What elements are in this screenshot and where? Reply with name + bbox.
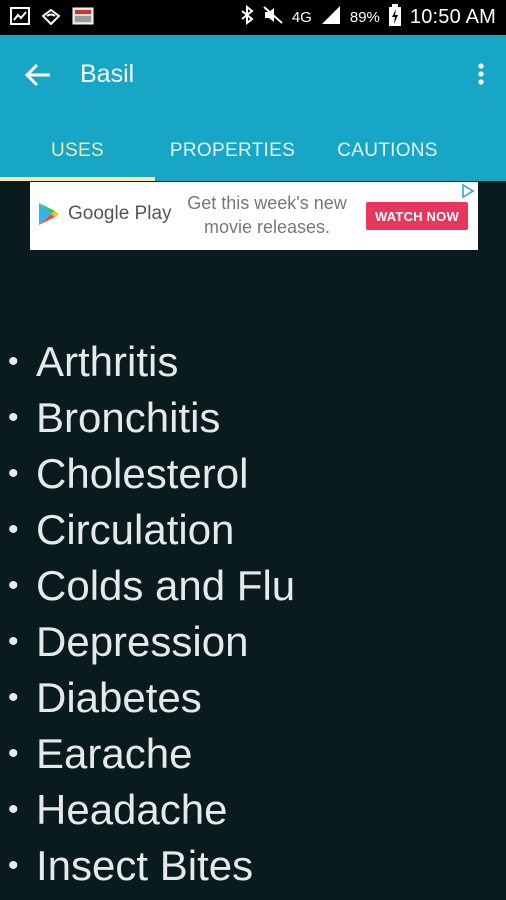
ad-banner[interactable]: Google Play Get this week's new movie re…	[30, 182, 478, 250]
page-title: Basil	[80, 60, 135, 88]
bullet-icon: •	[8, 457, 19, 490]
tab-uses[interactable]: USES	[0, 121, 155, 181]
list-item: • Cholesterol	[8, 446, 498, 502]
ad-brand: Google Play	[68, 203, 172, 224]
bullet-icon: •	[8, 737, 19, 770]
bullet-icon: •	[8, 569, 19, 602]
more-vertical-icon	[478, 63, 484, 85]
bullet-icon: •	[8, 793, 19, 826]
tab-properties-label: PROPERTIES	[169, 140, 296, 161]
tab-cautions[interactable]: CAUTIONS	[310, 121, 465, 181]
ad-copy-line1: Get this week's new	[187, 193, 347, 213]
bullet-icon: •	[8, 401, 19, 434]
bullet-icon: •	[8, 625, 19, 658]
uses-list: • Arthritis • Bronchitis • Cholesterol • Cir…	[8, 334, 498, 894]
list-item: • Headache	[8, 782, 498, 838]
clock: 10:50 AM	[409, 6, 496, 28]
app-notification-icon	[72, 7, 94, 30]
watch-now-button[interactable]: WATCH NOW	[366, 202, 468, 230]
arrow-left-icon	[24, 63, 50, 87]
list-item: • Insect Bites	[8, 838, 498, 894]
list-item: • Circulation	[8, 502, 498, 558]
list-item: • Bronchitis	[8, 390, 498, 446]
app-bar: Basil USES PROPERTIES CAUTIONS	[0, 35, 506, 181]
list-item: • Earache	[8, 726, 498, 782]
use-label: Circulation	[36, 506, 235, 553]
tab-uses-label: USES	[51, 140, 104, 161]
bullet-icon: •	[8, 513, 19, 546]
status-bar: 4G 89% 10:50 AM	[0, 0, 506, 35]
battery-percent: 89%	[349, 9, 380, 26]
google-play-logo: Google Play	[38, 202, 172, 226]
tab-properties[interactable]: PROPERTIES	[155, 121, 310, 181]
tab-bar: USES PROPERTIES CAUTIONS	[0, 121, 506, 181]
bullet-icon: •	[8, 345, 19, 378]
use-label: Colds and Flu	[36, 562, 296, 609]
use-label: Earache	[36, 730, 193, 777]
overflow-menu-button[interactable]	[474, 59, 488, 89]
use-label: Insect Bites	[36, 842, 254, 889]
list-item: • Depression	[8, 614, 498, 670]
list-item: • Diabetes	[8, 670, 498, 726]
chart-icon	[10, 6, 30, 30]
list-item: • Arthritis	[8, 334, 498, 390]
battery-charging-icon	[388, 4, 402, 31]
bullet-icon: •	[8, 681, 19, 714]
tab-cautions-label: CAUTIONS	[337, 140, 438, 161]
use-label: Headache	[36, 786, 228, 833]
ad-copy: Get this week's new movie releases.	[176, 191, 358, 239]
google-play-icon	[39, 203, 59, 225]
mute-icon	[262, 5, 284, 30]
bullet-icon: •	[8, 849, 19, 882]
use-label: Bronchitis	[36, 394, 221, 441]
list-item: • Colds and Flu	[8, 558, 498, 614]
ad-copy-line2: movie releases.	[203, 217, 331, 237]
use-label: Arthritis	[36, 338, 179, 385]
bluetooth-icon	[240, 4, 254, 30]
wifi-icon	[41, 7, 61, 30]
back-button[interactable]	[22, 59, 54, 91]
tab-indicator	[0, 177, 155, 181]
use-label: Depression	[36, 618, 249, 665]
use-label: Diabetes	[36, 674, 202, 721]
network-label: 4G	[291, 9, 312, 26]
use-label: Cholesterol	[36, 450, 249, 497]
ad-choices-icon[interactable]	[460, 183, 476, 199]
signal-icon	[320, 5, 342, 30]
